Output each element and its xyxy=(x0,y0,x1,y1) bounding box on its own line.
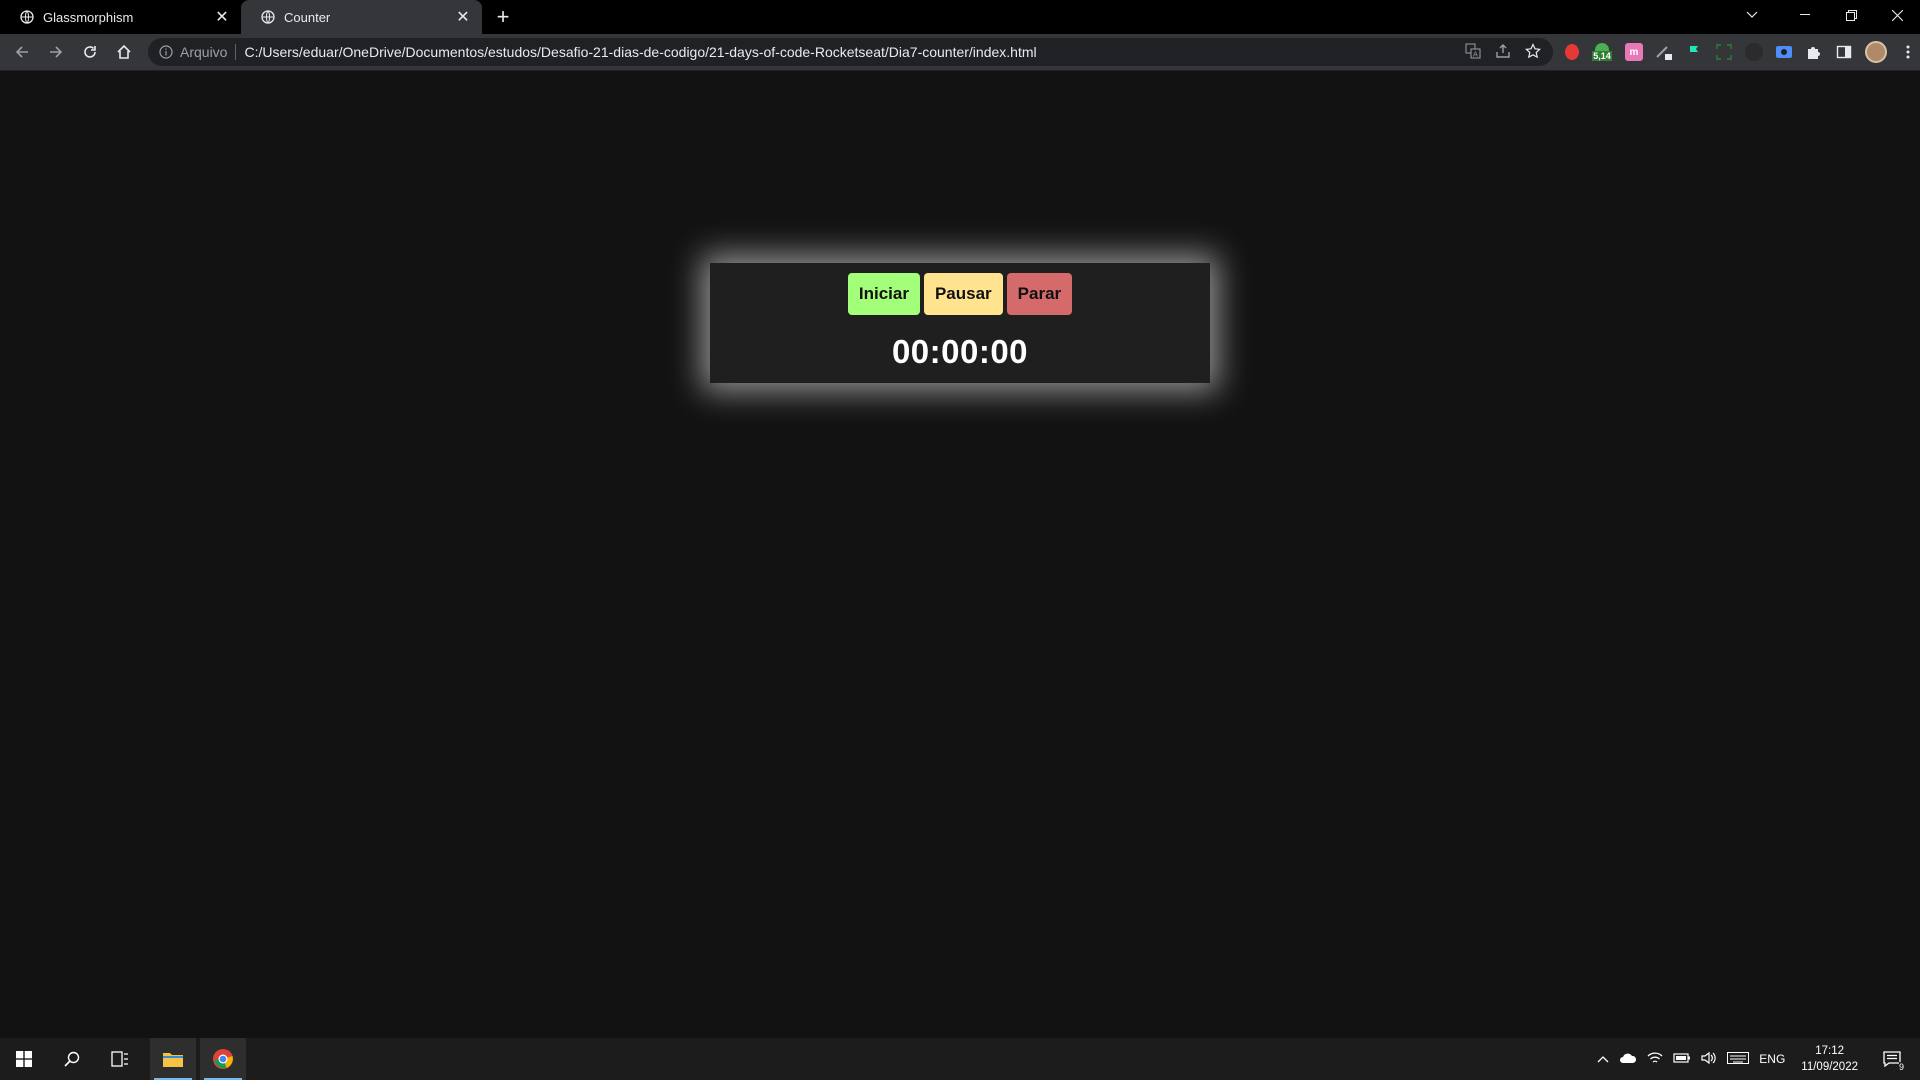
camera-extension-icon[interactable] xyxy=(1775,43,1793,61)
url-text[interactable]: C:/Users/eduar/OneDrive/Documentos/estud… xyxy=(244,44,1465,60)
translate-icon[interactable]: A xyxy=(1465,43,1481,62)
address-bar[interactable]: Arquivo C:/Users/eduar/OneDrive/Document… xyxy=(148,38,1553,66)
back-arrow-icon[interactable] xyxy=(6,36,38,68)
new-tab-button[interactable]: + xyxy=(486,0,520,34)
page-viewport: Iniciar Pausar Parar 00:00:00 xyxy=(0,71,1920,1038)
notification-count: 9 xyxy=(1898,1062,1904,1072)
red-extension-icon[interactable] xyxy=(1565,44,1579,60)
avatar[interactable] xyxy=(1865,41,1887,63)
svg-text:A: A xyxy=(1473,50,1478,58)
flag-extension-icon[interactable] xyxy=(1685,43,1703,61)
tab-strip: Glassmorphism ✕ Counter ✕ + xyxy=(0,0,1920,34)
counter-card: Iniciar Pausar Parar 00:00:00 xyxy=(710,263,1210,383)
chevron-up-icon[interactable] xyxy=(1597,1052,1609,1066)
home-icon[interactable] xyxy=(108,36,140,68)
close-icon[interactable]: ✕ xyxy=(213,8,231,26)
share-icon[interactable] xyxy=(1495,43,1511,62)
keyboard-icon[interactable] xyxy=(1727,1051,1750,1067)
tab-counter[interactable]: Counter ✕ xyxy=(241,0,482,34)
window-controls xyxy=(1782,0,1920,30)
tab-title: Counter xyxy=(284,9,331,25)
tab-glassmorphism[interactable]: Glassmorphism ✕ xyxy=(0,0,241,34)
search-icon[interactable] xyxy=(48,1038,96,1080)
dark-extension-icon[interactable] xyxy=(1745,43,1763,61)
info-icon[interactable] xyxy=(158,44,174,60)
language-indicator[interactable]: ENG xyxy=(1759,1052,1785,1066)
task-view-icon[interactable] xyxy=(96,1038,144,1080)
taskbar: ENG 17:12 11/09/2022 9 xyxy=(0,1038,1920,1080)
windows-start-icon[interactable] xyxy=(0,1038,48,1080)
screen-extension-icon[interactable] xyxy=(1715,43,1733,61)
browser-toolbar: Arquivo C:/Users/eduar/OneDrive/Document… xyxy=(0,34,1920,71)
side-panel-icon[interactable] xyxy=(1835,43,1853,61)
start-button[interactable]: Iniciar xyxy=(847,273,920,315)
minimize-icon[interactable] xyxy=(1782,0,1828,30)
restore-icon[interactable] xyxy=(1828,0,1874,30)
stop-button[interactable]: Parar xyxy=(1006,273,1073,315)
volume-icon[interactable] xyxy=(1701,1051,1717,1068)
extension-badge: 5,14 xyxy=(1592,51,1612,61)
globe-icon xyxy=(20,10,34,24)
onedrive-cloud-icon[interactable] xyxy=(1619,1052,1637,1067)
omnibox-actions: A xyxy=(1465,42,1553,62)
system-tray: ENG 17:12 11/09/2022 9 xyxy=(1597,1038,1920,1080)
menu-dots-icon[interactable] xyxy=(1899,43,1917,61)
puzzle-icon[interactable] xyxy=(1805,43,1823,61)
reload-icon[interactable] xyxy=(74,36,106,68)
security-chip[interactable]: Arquivo xyxy=(180,44,237,60)
tab-search-icon[interactable] xyxy=(1729,0,1775,30)
tab-title: Glassmorphism xyxy=(43,9,134,25)
globe-icon xyxy=(261,10,275,24)
forward-arrow-icon[interactable] xyxy=(40,36,72,68)
bookmark-star-icon[interactable] xyxy=(1524,42,1542,62)
button-row: Iniciar Pausar Parar xyxy=(847,273,1073,315)
file-explorer-icon[interactable] xyxy=(150,1038,196,1080)
battery-icon[interactable] xyxy=(1673,1052,1691,1067)
badge-extension-icon[interactable]: 5,14 xyxy=(1591,43,1613,61)
clock-date: 11/09/2022 xyxy=(1801,1061,1858,1073)
pause-button[interactable]: Pausar xyxy=(923,273,1003,315)
chrome-icon[interactable] xyxy=(200,1038,246,1080)
pen-extension-icon[interactable] xyxy=(1655,43,1673,61)
close-icon[interactable]: ✕ xyxy=(454,8,472,26)
extensions-area: 5,14 m xyxy=(1565,41,1917,63)
clock[interactable]: 17:12 11/09/2022 xyxy=(1795,1043,1864,1075)
clock-time: 17:12 xyxy=(1815,1045,1845,1057)
wifi-icon[interactable] xyxy=(1647,1051,1663,1068)
notification-center-icon[interactable]: 9 xyxy=(1874,1038,1910,1080)
timer-display: 00:00:00 xyxy=(891,333,1029,370)
close-window-icon[interactable] xyxy=(1874,0,1920,30)
pink-extension-icon[interactable]: m xyxy=(1625,43,1643,61)
